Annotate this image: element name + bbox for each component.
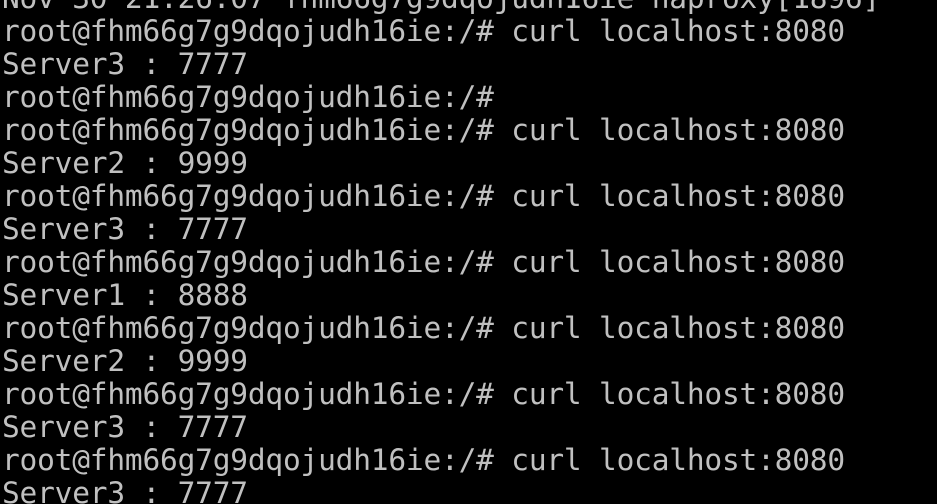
terminal-line-command: root@fhm66g7g9dqojudh16ie:/# curl localh…	[2, 443, 845, 477]
terminal-line-command: root@fhm66g7g9dqojudh16ie:/# curl localh…	[2, 377, 845, 411]
terminal-line-response: Server2 : 9999	[2, 146, 248, 180]
terminal-line-response: Server3 : 7777	[2, 410, 248, 444]
terminal-line-log: Nov 30 21:26:07 fhm66g7g9dqojudh16ie hap…	[2, 0, 880, 15]
terminal-line-command: root@fhm66g7g9dqojudh16ie:/# curl localh…	[2, 179, 845, 213]
terminal-line-command: root@fhm66g7g9dqojudh16ie:/# curl localh…	[2, 113, 845, 147]
terminal-line-response: Server1 : 8888	[2, 278, 248, 312]
terminal-output: Nov 30 21:26:07 fhm66g7g9dqojudh16ie hap…	[2, 0, 880, 504]
terminal-window[interactable]: Nov 30 21:26:07 fhm66g7g9dqojudh16ie hap…	[0, 0, 937, 504]
terminal-line-command: root@fhm66g7g9dqojudh16ie:/# curl localh…	[2, 14, 845, 48]
terminal-line-command: root@fhm66g7g9dqojudh16ie:/# curl localh…	[2, 311, 845, 345]
terminal-line-prompt: root@fhm66g7g9dqojudh16ie:/#	[2, 80, 494, 114]
terminal-line-response: Server3 : 7777	[2, 476, 248, 504]
terminal-line-response: Server3 : 7777	[2, 212, 248, 246]
terminal-line-response: Server3 : 7777	[2, 47, 248, 81]
terminal-line-response: Server2 : 9999	[2, 344, 248, 378]
terminal-line-command: root@fhm66g7g9dqojudh16ie:/# curl localh…	[2, 245, 845, 279]
